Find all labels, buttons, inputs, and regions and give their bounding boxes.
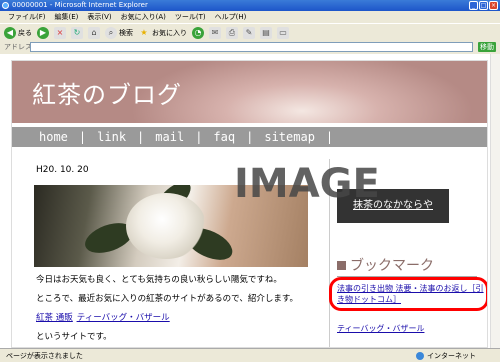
image-watermark: IMAGE: [234, 161, 380, 207]
post-paragraph-1: 今日はお天気も良く、とても気持ちの良い秋らしい陽気ですね。: [36, 275, 282, 285]
menu-bar: ファイル(F) 編集(E) 表示(V) お気に入り(A) ツール(T) ヘルプ(…: [0, 11, 500, 23]
home-icon[interactable]: ⌂: [88, 26, 100, 39]
print-icon[interactable]: ⎙: [226, 26, 238, 39]
refresh-icon[interactable]: ↻: [71, 26, 83, 39]
toolbar: ◀ 戻る ▶ × ↻ ⌂ ⌕ 検索 ★ お気に入り ◔ ✉ ⎙ ✎ ▤ ▭: [0, 23, 500, 41]
blog-page: 紅茶のブログ home | link | mail | faq | sitemap | H…: [11, 60, 488, 348]
menu-edit[interactable]: 編集(E): [55, 11, 79, 23]
square-bullet-icon: [337, 260, 346, 270]
blog-title: 紅茶のブログ: [32, 81, 182, 109]
menu-favorites[interactable]: お気に入り(A): [121, 11, 166, 23]
nav-faq[interactable]: faq: [202, 130, 246, 144]
link-teabag-bazaar[interactable]: ティーバッグ・バザール: [77, 311, 170, 323]
post-paragraph-3: というサイトです。: [36, 332, 112, 342]
minimize-button[interactable]: _: [469, 1, 478, 10]
discuss-icon[interactable]: ▤: [260, 26, 272, 39]
mail-icon[interactable]: ✉: [209, 26, 221, 39]
highlight-circle: [329, 277, 487, 311]
menu-view[interactable]: 表示(V): [87, 11, 111, 23]
site-nav: home | link | mail | faq | sitemap |: [12, 127, 487, 147]
stop-icon[interactable]: ×: [54, 26, 66, 39]
bookmark-link-teabag[interactable]: ティーバッグ・バザール: [337, 323, 424, 334]
edit-icon[interactable]: ✎: [243, 26, 255, 39]
nav-home[interactable]: home: [28, 130, 79, 144]
security-zone: インターネット: [416, 349, 476, 362]
maximize-button[interactable]: □: [479, 1, 488, 10]
post-links: 紅茶 通販 ティーバッグ・バザール: [36, 311, 170, 323]
ie-icon: [2, 2, 9, 9]
go-button[interactable]: 移動: [478, 42, 496, 52]
browser-viewport: 紅茶のブログ home | link | mail | faq | sitemap | H…: [0, 54, 500, 348]
forward-arrow-icon[interactable]: ▶: [37, 26, 49, 39]
address-input[interactable]: [30, 42, 473, 52]
post-paragraph-2: ところで、最近お気に入りの紅茶のサイトがあるので、紹介します。: [36, 294, 298, 304]
window-title: 00000001 - Microsoft Internet Explorer: [12, 1, 148, 9]
menu-file[interactable]: ファイル(F): [8, 11, 46, 23]
post-date: H20. 10. 20: [36, 165, 89, 175]
history-icon[interactable]: ◔: [192, 26, 204, 39]
back-arrow-icon: ◀: [4, 26, 16, 39]
search-icon: ⌕: [105, 26, 117, 39]
bookmark-heading: ブックマーク: [337, 255, 434, 275]
bookmark-heading-text: ブックマーク: [350, 258, 434, 274]
search-button[interactable]: ⌕ 検索: [105, 26, 133, 39]
blog-banner: 紅茶のブログ: [12, 61, 487, 123]
favorites-button[interactable]: ★ お気に入り: [138, 27, 187, 39]
close-button[interactable]: ×: [489, 1, 498, 10]
nav-mail[interactable]: mail: [144, 130, 195, 144]
star-icon: ★: [140, 27, 148, 37]
menu-tools[interactable]: ツール(T): [175, 11, 206, 23]
status-text: ページが表示されました: [6, 352, 83, 360]
menu-help[interactable]: ヘルプ(H): [215, 11, 247, 23]
title-bar: 00000001 - Microsoft Internet Explorer _…: [0, 0, 500, 11]
link-tea-shop[interactable]: 紅茶 通販: [36, 311, 73, 323]
globe-icon: [416, 352, 424, 360]
nav-sitemap[interactable]: sitemap: [253, 130, 326, 144]
zone-text: インターネット: [427, 352, 476, 360]
back-button[interactable]: ◀ 戻る: [4, 26, 32, 39]
address-bar: アドレス(D) 移動: [0, 41, 500, 53]
nav-link[interactable]: link: [86, 130, 137, 144]
messenger-icon[interactable]: ▭: [277, 26, 289, 39]
status-bar: ページが表示されました インターネット: [0, 348, 500, 362]
vertical-scrollbar[interactable]: [490, 54, 500, 348]
